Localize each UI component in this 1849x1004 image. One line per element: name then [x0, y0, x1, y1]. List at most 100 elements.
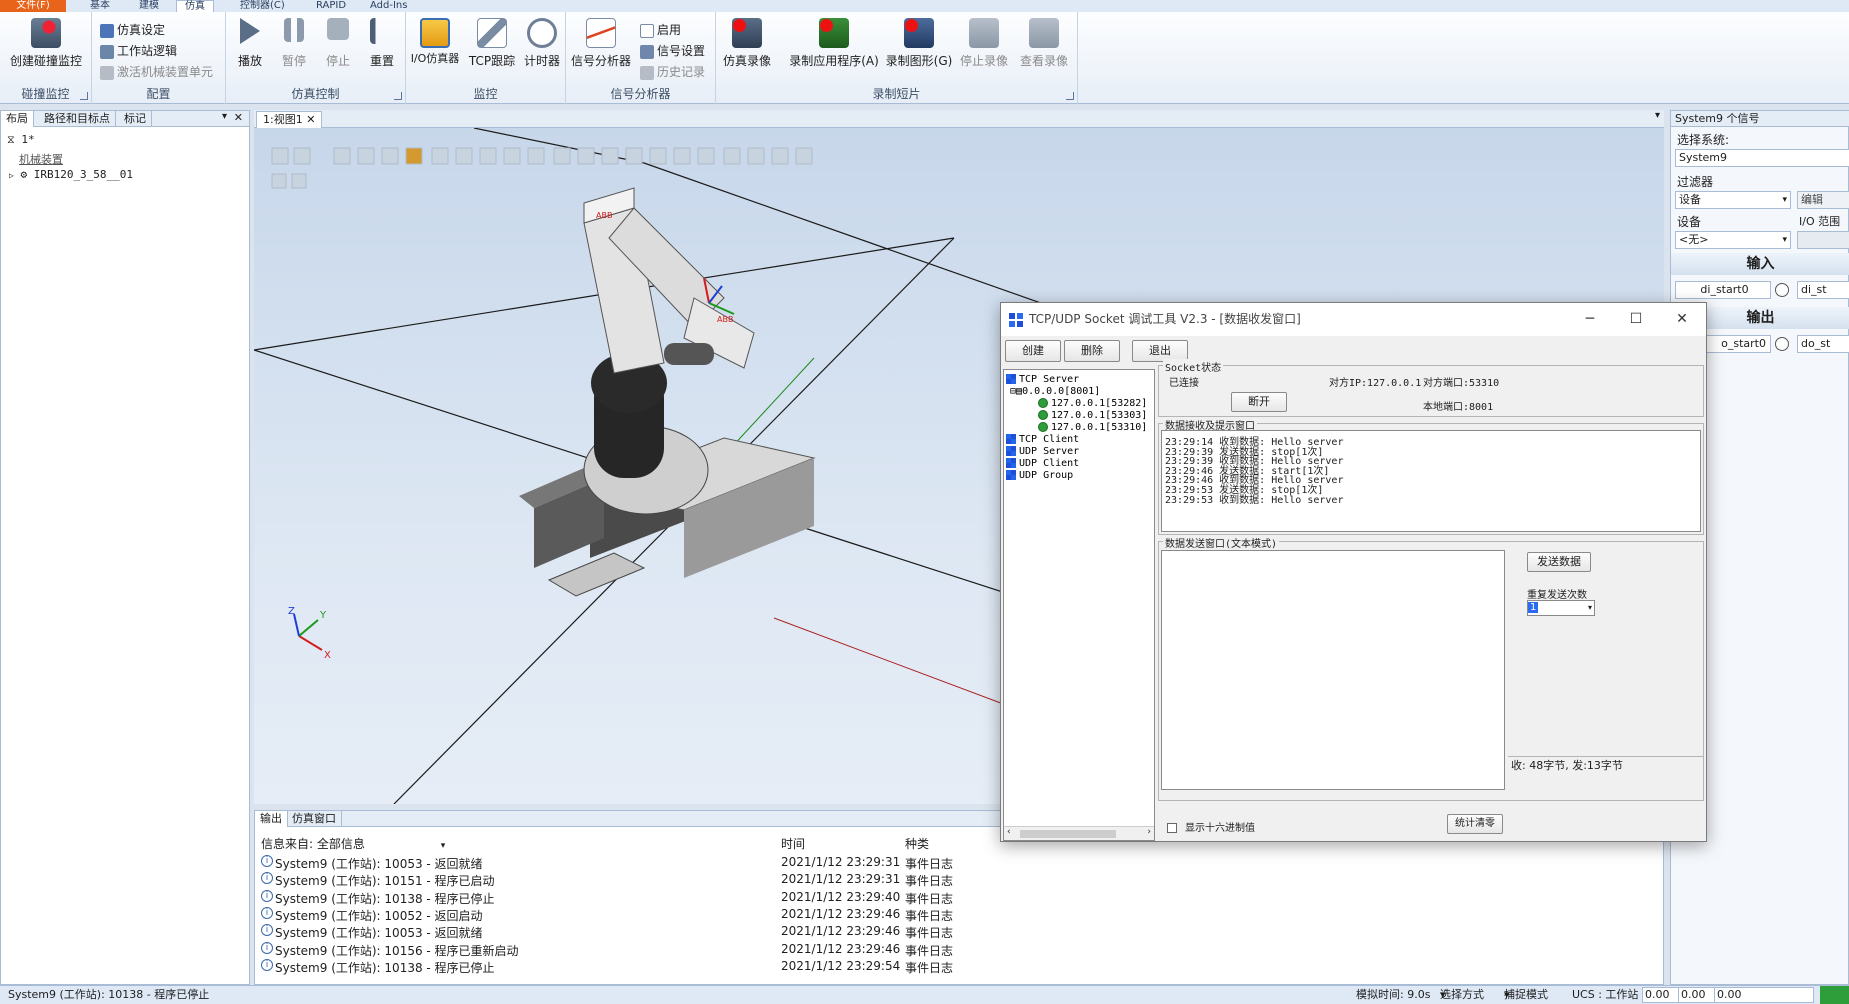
view-menu-icon[interactable]: ▾ — [1655, 110, 1660, 121]
station-logic-button[interactable]: 工作站逻辑 — [100, 41, 177, 61]
tree-node-icon — [1006, 470, 1016, 480]
log-row[interactable]: i System9 (工作站): 10156 - 程序已重新启动 2021/1/12… — [255, 941, 1255, 959]
toggle-icon[interactable] — [1775, 283, 1789, 297]
snap-mode-button[interactable]: 捕捉模式 ▾ — [1504, 986, 1548, 1004]
log-row[interactable]: i System9 (工作站): 10052 - 返回启动 2021/1/12 23… — [255, 906, 1255, 924]
record-graphics-button[interactable]: 录制图形(G) — [884, 18, 954, 69]
activate-mech-button[interactable]: 激活机械装置单元 — [100, 62, 213, 82]
scroll-right-icon[interactable]: › — [1147, 827, 1151, 837]
stop-record-button[interactable]: 停止录像 — [956, 18, 1012, 69]
log-type: 事件日志 — [905, 943, 954, 958]
log-row[interactable]: i System9 (工作站): 10138 - 程序已停止 2021/1/12 2… — [255, 958, 1255, 976]
scroll-thumb[interactable] — [1020, 830, 1116, 838]
tab-addins[interactable]: Add-Ins — [362, 0, 415, 12]
collision-launcher[interactable] — [80, 92, 88, 100]
col-type-header[interactable]: 种类 — [905, 835, 929, 852]
tree-client-2[interactable]: 127.0.0.1[53303] — [1038, 410, 1147, 421]
stop-button[interactable]: 停止 — [320, 18, 356, 69]
log-row[interactable]: i System9 (工作站): 10053 - 返回就绪 2021/1/12 23… — [255, 855, 1255, 872]
disconnect-button[interactable]: 断开 — [1231, 392, 1287, 412]
view-record-button[interactable]: 查看录像 — [1016, 18, 1072, 69]
receive-textarea[interactable]: 23:29:14 收到数据: Hello server 23:29:39 发送数据… — [1161, 430, 1701, 532]
stats-label: 收: 48字节, 发:13字节 — [1508, 756, 1704, 774]
tab-rapid[interactable]: RAPID — [308, 0, 354, 12]
group-collision: 创建碰撞监控 碰撞监控 — [0, 12, 92, 104]
clear-stats-button[interactable]: 统计清零 — [1447, 814, 1503, 834]
tab-file[interactable]: 文件(F) — [0, 0, 66, 12]
minimize-button[interactable]: ─ — [1567, 303, 1613, 336]
tree-udp-client[interactable]: UDP Client — [1006, 458, 1079, 469]
receive-group: 数据接收及提示窗口 23:29:14 收到数据: Hello server 23:… — [1158, 417, 1704, 535]
device-select[interactable]: <无> ▾ — [1675, 231, 1791, 249]
robot-node[interactable]: ▷ ⚙ IRB120_3_58__01 — [9, 168, 133, 181]
close-button[interactable]: ✕ — [1659, 303, 1705, 336]
record-launcher[interactable] — [1066, 92, 1074, 100]
filter-select[interactable]: 设备 ▾ — [1675, 191, 1791, 209]
edit-button[interactable]: 编辑 — [1797, 191, 1849, 209]
close-view-icon[interactable]: ✕ — [306, 113, 315, 126]
output-filter[interactable]: 信息来自: 全部信息 ▾ — [261, 835, 445, 852]
pin-icon[interactable]: ▾ — [222, 111, 227, 122]
tree-listener[interactable]: ⊟▤0.0.0.0[8001] — [1010, 386, 1100, 397]
tree-tcp-server[interactable]: TCP Server — [1006, 374, 1079, 385]
tree-udp-server[interactable]: UDP Server — [1006, 446, 1079, 457]
select-mode-button[interactable]: 选择方式 ▾ — [1440, 986, 1484, 1004]
hex-checkbox[interactable]: 显示十六进制值 — [1167, 819, 1255, 834]
tree-client-3[interactable]: 127.0.0.1[53310] — [1038, 422, 1147, 433]
checkbox-icon[interactable] — [1167, 823, 1177, 833]
tab-home[interactable]: 基本 — [82, 0, 118, 12]
maximize-button[interactable]: ☐ — [1613, 303, 1659, 336]
tab-paths-targets[interactable]: 路径和目标点 — [39, 111, 116, 127]
filter-dropdown-icon[interactable]: ▾ — [441, 841, 446, 851]
col-time-header[interactable]: 时间 — [781, 835, 805, 852]
io-simulator-button[interactable]: I/O仿真器 — [410, 18, 460, 65]
system-select[interactable]: System9 — [1675, 149, 1849, 167]
send-button[interactable]: 发送数据 — [1527, 552, 1591, 572]
log-row[interactable]: i System9 (工作站): 10138 - 程序已停止 2021/1/12 2… — [255, 889, 1255, 907]
tree-tcp-client[interactable]: TCP Client — [1006, 434, 1079, 445]
scroll-left-icon[interactable]: ‹ — [1007, 827, 1011, 837]
log-row[interactable]: i System9 (工作站): 10053 - 返回就绪 2021/1/12 23… — [255, 924, 1255, 941]
create-collision-button[interactable]: 创建碰撞监控 — [4, 18, 88, 69]
sim-record-button[interactable]: 仿真录像 — [718, 18, 776, 69]
signal-di-st[interactable]: di_st — [1797, 281, 1849, 299]
signal-di-start0[interactable]: di_start0 — [1675, 281, 1771, 299]
dialog-titlebar[interactable]: TCP/UDP Socket 调试工具 V2.3 - [数据收发窗口] ─ ☐ … — [1001, 303, 1706, 336]
pause-button[interactable]: 暂停 — [276, 18, 312, 69]
tab-view1[interactable]: 1:视图1 ✕ — [256, 111, 323, 128]
tab-sim-window[interactable]: 仿真窗口 — [287, 811, 342, 827]
chevron-down-icon[interactable]: ▾ — [1588, 601, 1592, 615]
tab-layout[interactable]: 布局 — [1, 111, 34, 127]
range-select[interactable] — [1797, 231, 1849, 249]
play-button[interactable]: 播放 — [232, 18, 268, 69]
enable-checkbox[interactable]: 启用 — [640, 20, 681, 40]
history-button[interactable]: 历史记录 — [640, 62, 705, 82]
signal-setup-button[interactable]: 信号设置 — [640, 41, 705, 61]
station-node[interactable]: ⧖ 1* — [7, 133, 35, 147]
tab-tags[interactable]: 标记 — [119, 111, 152, 127]
sim-setup-button[interactable]: 仿真设定 — [100, 20, 165, 40]
tab-modeling[interactable]: 建模 — [131, 0, 167, 12]
tcp-trace-button[interactable]: TCP跟踪 — [466, 18, 518, 69]
record-app-button[interactable]: 录制应用程序(A) — [786, 18, 882, 69]
send-textarea[interactable] — [1161, 550, 1505, 790]
log-row[interactable]: i System9 (工作站): 10151 - 程序已启动 2021/1/12 2… — [255, 872, 1255, 889]
sim-control-launcher[interactable] — [394, 92, 402, 100]
reset-button[interactable]: 重置 — [362, 18, 402, 69]
tree-client-1[interactable]: 127.0.0.1[53282] — [1038, 398, 1147, 409]
tree-hscrollbar[interactable]: ‹ › — [1004, 826, 1154, 840]
tab-simulation[interactable]: 仿真 — [176, 0, 214, 12]
create-button[interactable]: 创建 — [1005, 340, 1061, 362]
delete-button[interactable]: 删除 — [1064, 340, 1120, 362]
tree-udp-group[interactable]: UDP Group — [1006, 470, 1073, 481]
close-icon[interactable]: ✕ — [234, 111, 243, 124]
signal-analyzer-button[interactable]: 信号分析器 — [568, 18, 634, 69]
tab-output[interactable]: 输出 — [255, 811, 288, 827]
timer-button[interactable]: 计时器 — [520, 18, 564, 69]
tab-controller[interactable]: 控制器(C) — [232, 0, 293, 12]
signal-do-st[interactable]: do_st — [1797, 335, 1849, 353]
expand-icon[interactable]: ▷ — [9, 171, 14, 180]
toggle-icon[interactable] — [1775, 337, 1789, 351]
record-app-icon — [819, 18, 849, 48]
repeat-combo[interactable]: 1 ▾ — [1527, 600, 1595, 616]
